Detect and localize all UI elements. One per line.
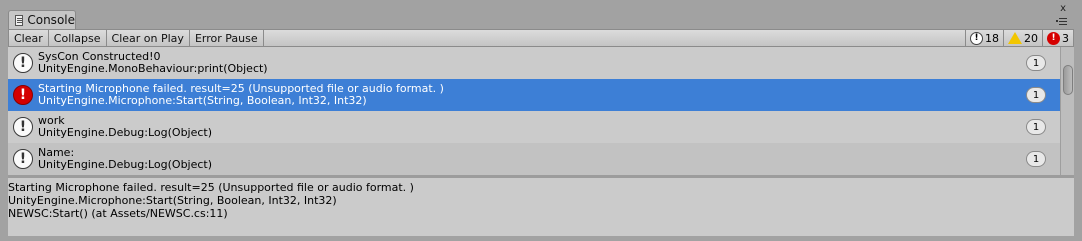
- log-scrollbar[interactable]: [1060, 47, 1074, 175]
- detail-line: Starting Microphone failed. result=25 (U…: [8, 181, 414, 194]
- tab-console[interactable]: Console: [8, 10, 76, 29]
- error-icon: !: [13, 85, 33, 105]
- stack-trace-panel: Starting Microphone failed. result=25 (U…: [8, 178, 1074, 236]
- log-stack: UnityEngine.Debug:Log(Object): [38, 158, 213, 171]
- console-icon: [15, 14, 24, 26]
- log-list: ! SysCon Constructed!0 UnityEngine.MonoB…: [8, 47, 1060, 175]
- info-filter-toggle[interactable]: ! 18: [965, 30, 1003, 46]
- info-count: 18: [985, 31, 999, 45]
- clear-button[interactable]: Clear: [9, 30, 49, 46]
- close-icon[interactable]: x: [1060, 3, 1066, 14]
- count-badge: 1: [1026, 151, 1046, 167]
- log-row[interactable]: ! Name: UnityEngine.Debug:Log(Object) 1: [8, 143, 1060, 175]
- menu-icon[interactable]: [1056, 16, 1070, 26]
- error-pause-toggle[interactable]: Error Pause: [190, 30, 264, 46]
- log-stack: UnityEngine.MonoBehaviour:print(Object): [38, 62, 268, 75]
- info-icon: !: [13, 117, 33, 137]
- tab-bar: Console x: [0, 0, 1082, 29]
- console-window: Console x Clear Collapse Clear on Play E…: [0, 0, 1082, 241]
- log-text: Starting Microphone failed. result=25 (U…: [38, 82, 1026, 108]
- log-row[interactable]: ! work UnityEngine.Debug:Log(Object) 1: [8, 111, 1060, 143]
- detail-line: NEWSC:Start() (at Assets/NEWSC.cs:11): [8, 207, 228, 220]
- count-badge: 1: [1026, 55, 1046, 71]
- error-filter-toggle[interactable]: ! 3: [1042, 30, 1073, 46]
- count-badge: 1: [1026, 119, 1046, 135]
- log-text: SysCon Constructed!0 UnityEngine.MonoBeh…: [38, 50, 1026, 76]
- scroll-thumb[interactable]: [1063, 65, 1073, 95]
- warning-icon: [1008, 32, 1022, 44]
- warning-filter-toggle[interactable]: 20: [1003, 30, 1042, 46]
- log-text: work UnityEngine.Debug:Log(Object): [38, 114, 1026, 140]
- detail-line: UnityEngine.Microphone:Start(String, Boo…: [8, 194, 337, 207]
- tab-label: Console: [27, 13, 75, 27]
- log-stack: UnityEngine.Microphone:Start(String, Boo…: [38, 94, 367, 107]
- log-row[interactable]: ! SysCon Constructed!0 UnityEngine.MonoB…: [8, 47, 1060, 79]
- error-icon: !: [1047, 31, 1060, 45]
- info-icon: !: [13, 53, 33, 73]
- info-icon: !: [970, 31, 983, 45]
- log-stack: UnityEngine.Debug:Log(Object): [38, 126, 213, 139]
- error-count: 3: [1062, 31, 1069, 45]
- collapse-toggle[interactable]: Collapse: [49, 30, 107, 46]
- log-text: Name: UnityEngine.Debug:Log(Object): [38, 146, 1026, 172]
- warning-count: 20: [1024, 31, 1038, 45]
- log-row-selected[interactable]: ! Starting Microphone failed. result=25 …: [8, 79, 1060, 111]
- clear-on-play-toggle[interactable]: Clear on Play: [107, 30, 190, 46]
- count-badge: 1: [1026, 87, 1046, 103]
- toolbar: Clear Collapse Clear on Play Error Pause…: [8, 29, 1074, 47]
- info-icon: !: [13, 149, 33, 169]
